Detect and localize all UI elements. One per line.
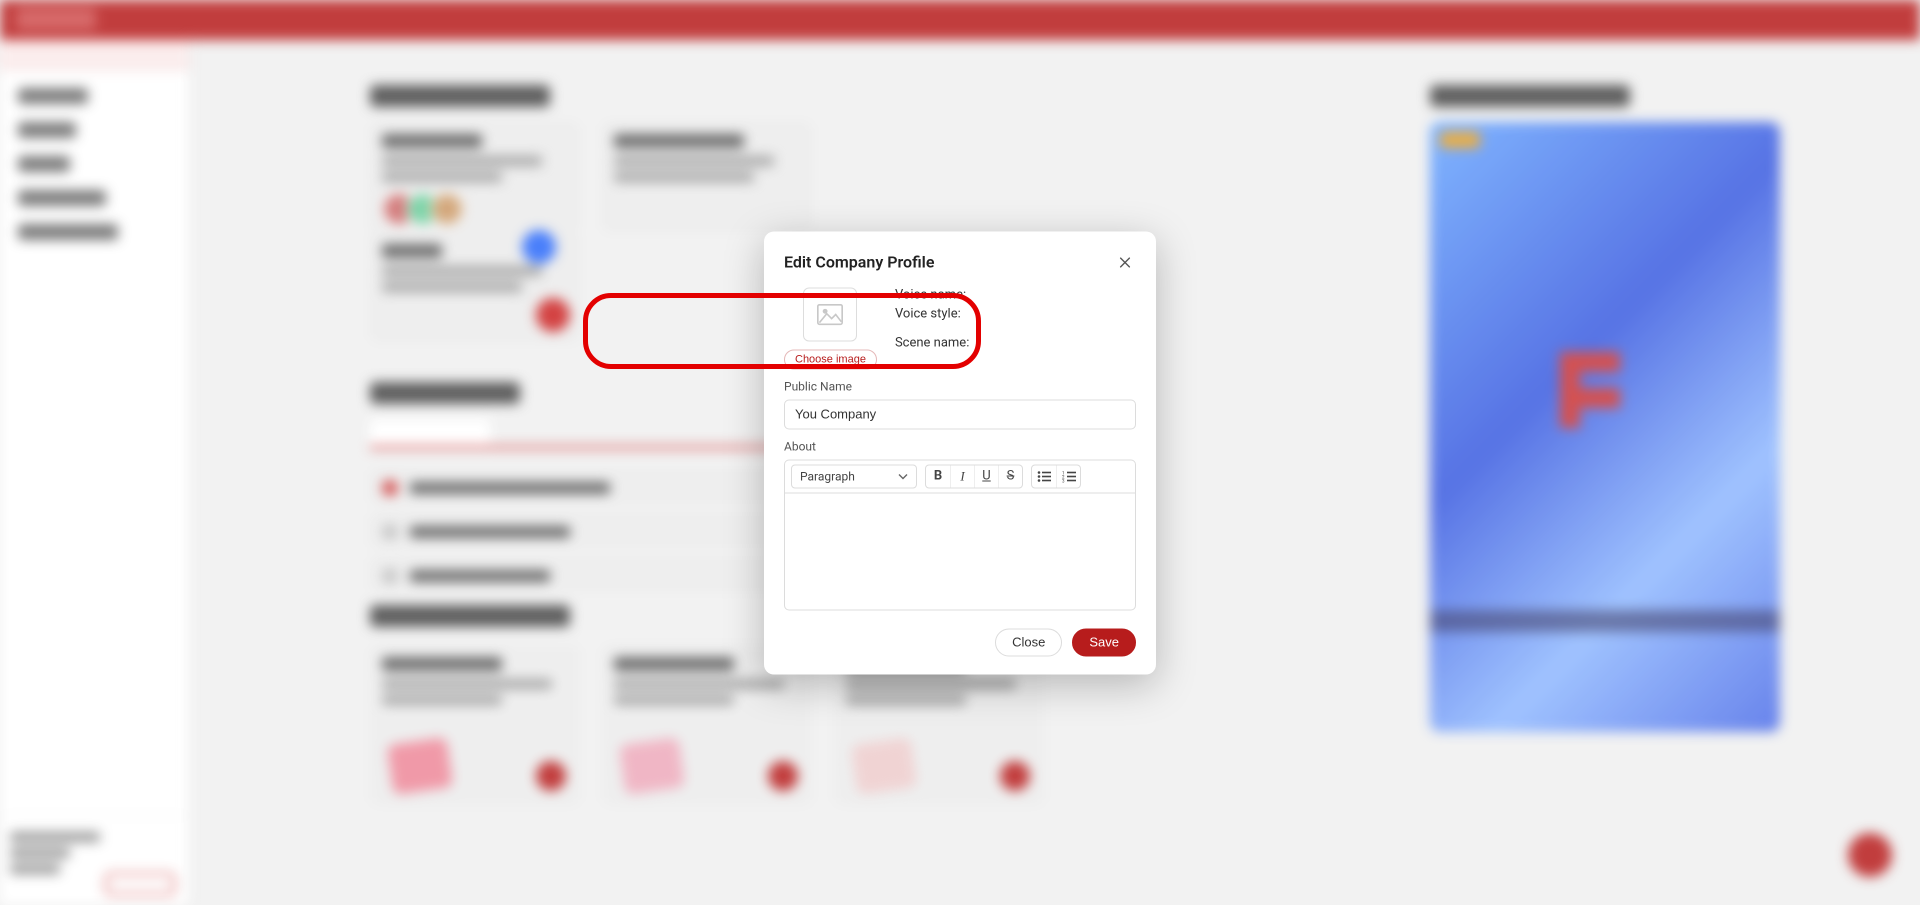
numbered-list-icon: 1 2 3: [1062, 470, 1076, 482]
numbered-list-button[interactable]: 1 2 3: [1056, 465, 1080, 487]
svg-text:3: 3: [1062, 478, 1065, 482]
paragraph-style-select[interactable]: Paragraph: [791, 464, 917, 488]
italic-button[interactable]: I: [950, 465, 974, 487]
public-name-input[interactable]: [784, 399, 1136, 429]
close-icon[interactable]: [1114, 251, 1136, 273]
choose-image-button[interactable]: Choose image: [784, 349, 877, 369]
rich-text-toolbar: Paragraph B I U S 1 2 3: [784, 459, 1136, 492]
profile-image-placeholder: [803, 287, 857, 341]
paragraph-style-label: Paragraph: [800, 469, 855, 483]
public-name-label: Public Name: [784, 379, 1136, 393]
save-button[interactable]: Save: [1072, 628, 1136, 656]
about-editor[interactable]: [784, 492, 1136, 610]
bold-button[interactable]: B: [926, 465, 950, 487]
close-button[interactable]: Close: [995, 628, 1062, 656]
bullet-list-icon: [1037, 470, 1051, 482]
voice-name-label: Voice name:: [895, 287, 1136, 302]
strikethrough-button[interactable]: S: [998, 465, 1022, 487]
bullet-list-button[interactable]: [1032, 465, 1056, 487]
about-label: About: [784, 439, 1136, 453]
scene-name-label: Scene name:: [895, 335, 1136, 350]
modal-title: Edit Company Profile: [784, 253, 934, 272]
image-icon: [817, 303, 843, 325]
voice-style-label: Voice style:: [895, 306, 1136, 321]
chevron-down-icon: [898, 473, 908, 479]
underline-button[interactable]: U: [974, 465, 998, 487]
edit-company-profile-modal: Edit Company Profile Choose image Voice …: [764, 231, 1156, 674]
